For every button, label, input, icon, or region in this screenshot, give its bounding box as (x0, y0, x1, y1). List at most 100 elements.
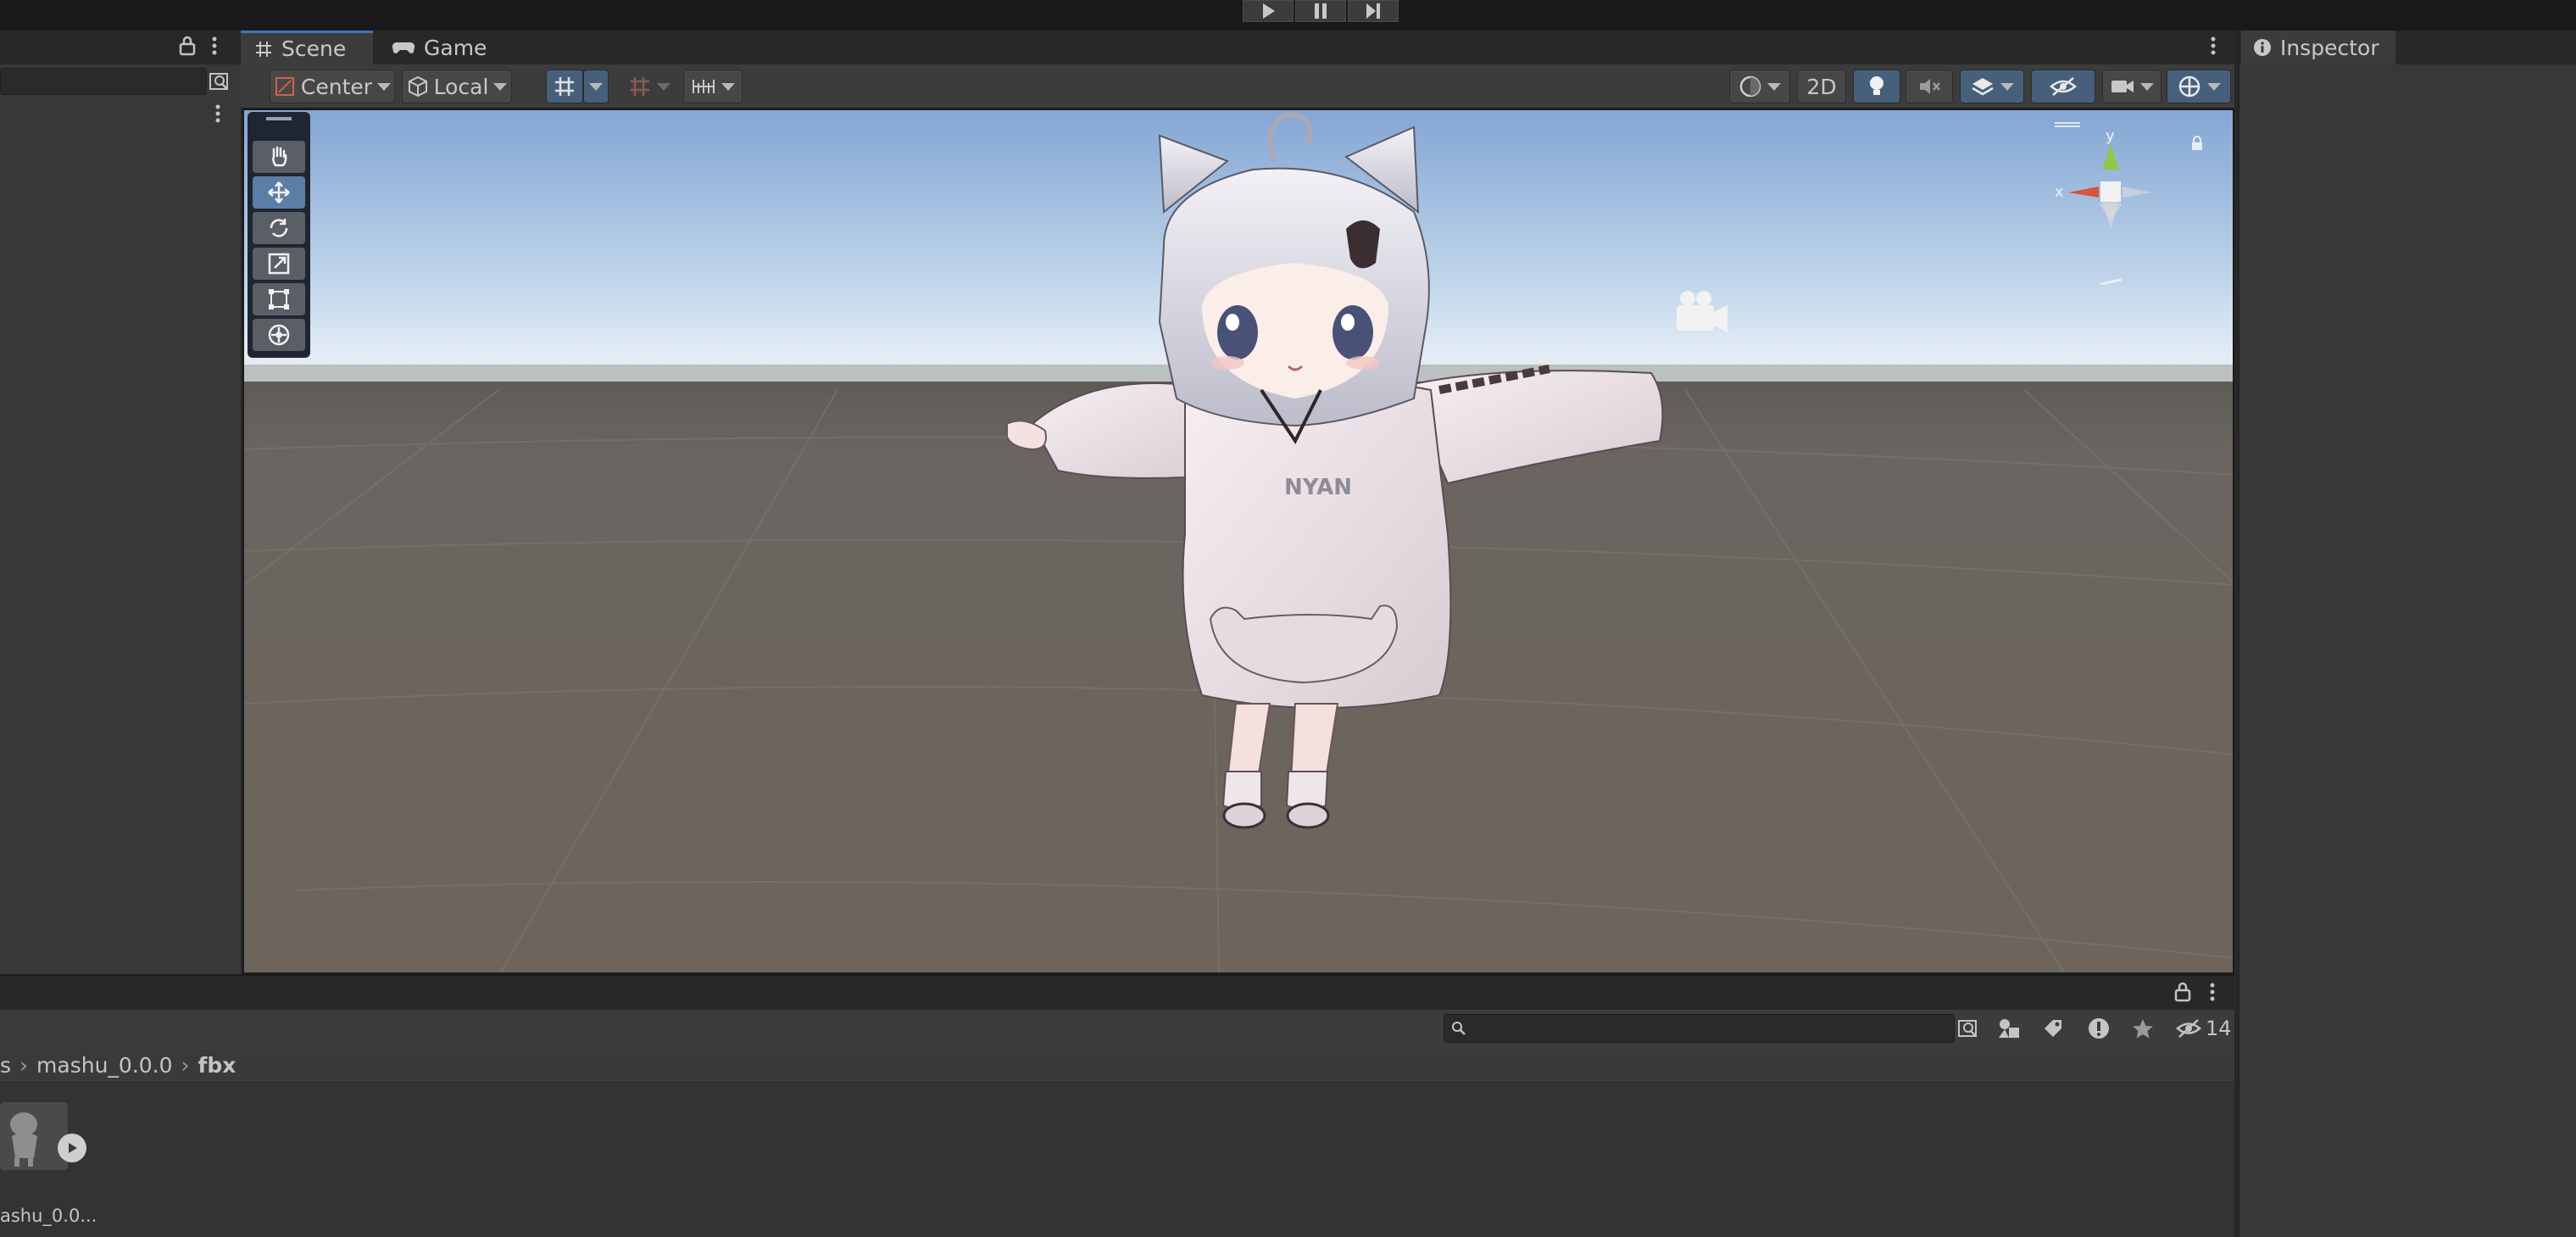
grid-snap-dropdown[interactable] (583, 70, 609, 103)
chevron-down-icon (589, 82, 603, 91)
effects-dropdown[interactable] (1960, 70, 2024, 103)
project-more-icon[interactable] (2208, 982, 2217, 1002)
chevron-down-icon (721, 82, 735, 91)
tab-scene[interactable]: Scene (241, 31, 373, 64)
rect-transform-icon (269, 289, 289, 309)
camera-icon (2111, 81, 2134, 92)
gizmo-handle[interactable] (2055, 122, 2080, 127)
chevron-down-icon (657, 82, 670, 91)
gizmo-lock-icon[interactable] (2190, 136, 2204, 151)
hierarchy-search-input[interactable] (0, 68, 207, 95)
log-button[interactable] (2080, 1014, 2117, 1043)
pivot-label: Center (300, 74, 373, 99)
search-by-type-icon (1958, 1020, 1977, 1037)
palette-handle[interactable] (266, 117, 292, 120)
gizmo-x-label: x (2055, 183, 2064, 201)
lightbulb-icon (1870, 76, 1883, 95)
space-label: Local (433, 74, 489, 99)
hierarchy-header (0, 31, 241, 64)
play-icon (69, 1143, 77, 1153)
step-button[interactable] (1348, 0, 1399, 22)
tab-inspector-label: Inspector (2280, 35, 2379, 60)
rotate-tool-button[interactable] (253, 212, 305, 244)
gizmos-dropdown[interactable] (2167, 70, 2231, 103)
shirt-text: NYAN (1284, 475, 1352, 500)
move-tool-button[interactable] (253, 176, 305, 209)
transform-tool-button[interactable] (253, 319, 305, 351)
hidden-eye-icon (2050, 77, 2077, 96)
tab-scene-label: Scene (281, 36, 347, 61)
scene-visibility-button[interactable] (2031, 70, 2095, 103)
breadcrumb-current[interactable]: fbx (198, 1053, 236, 1078)
search-icon (1452, 1022, 1466, 1035)
warning-circle-icon (2089, 1018, 2109, 1039)
breadcrumb-item[interactable]: s (0, 1053, 11, 1078)
asset-thumbnail[interactable] (0, 1102, 68, 1170)
audio-toggle-button[interactable] (1906, 70, 1953, 103)
scale-tool-button[interactable] (253, 248, 305, 280)
scene-viewport[interactable]: NYAN (242, 109, 2234, 974)
orientation-gizmo[interactable]: y x (2051, 119, 2170, 254)
ruler-button[interactable] (683, 70, 743, 103)
chevron-down-icon (1767, 82, 1781, 91)
shading-sphere-icon (1739, 75, 1761, 98)
2d-toggle-button[interactable]: 2D (1797, 70, 1846, 103)
chevron-right-icon: › (19, 1053, 29, 1078)
space-dropdown[interactable]: Local (402, 70, 512, 103)
move-arrows-icon (268, 181, 290, 203)
draw-mode-dropdown[interactable] (1729, 70, 1790, 103)
ruler-icon (693, 80, 715, 93)
filter-by-label-button[interactable] (2034, 1014, 2072, 1043)
gizmo-y-label: y (2106, 127, 2115, 145)
gizmo-globe-icon (2178, 75, 2200, 98)
inspector-panel (2238, 31, 2576, 1237)
project-header (0, 974, 2234, 1010)
pivot-center-icon (275, 77, 294, 96)
favorites-button[interactable] (2124, 1014, 2162, 1043)
lock-icon[interactable] (178, 36, 197, 56)
pause-icon (1315, 3, 1327, 19)
increment-snap-icon (631, 77, 649, 96)
scene-render: NYAN (244, 110, 2233, 972)
pivot-dropdown[interactable]: Center (270, 70, 395, 103)
chevron-down-icon (377, 82, 392, 91)
play-button[interactable] (1243, 0, 1294, 22)
grid-snap-button[interactable] (546, 70, 583, 103)
play-icon (1263, 3, 1275, 19)
search-by-type-icon[interactable] (209, 71, 231, 92)
scene-more-icon[interactable] (2209, 36, 2217, 56)
search-by-type-button[interactable] (1950, 1014, 1987, 1043)
project-lock-icon[interactable] (2173, 982, 2192, 1002)
lighting-toggle-button[interactable] (1853, 70, 1900, 103)
scale-icon (268, 253, 290, 275)
tab-inspector[interactable]: Inspector (2241, 31, 2395, 64)
audio-muted-icon (1920, 79, 1940, 94)
hand-tool-button[interactable] (253, 141, 305, 173)
cube-icon (408, 75, 427, 98)
breadcrumb-item[interactable]: mashu_0.0.0 (36, 1053, 173, 1078)
2d-label: 2D (1806, 74, 1837, 99)
chevron-down-icon (2207, 82, 2221, 91)
rect-tool-button[interactable] (253, 283, 305, 315)
tag-icon (2045, 1020, 2061, 1037)
increment-snap-button[interactable] (615, 70, 683, 103)
camera-dropdown[interactable] (2102, 70, 2162, 103)
shapes-filter-icon (1999, 1019, 2019, 1038)
more-menu-icon[interactable] (210, 36, 219, 56)
pause-button[interactable] (1295, 0, 1346, 22)
asset-label[interactable]: ashu_0.0... (0, 1206, 97, 1226)
project-search-input[interactable] (1444, 1014, 1955, 1043)
chevron-right-icon: › (181, 1053, 190, 1078)
tab-game-label: Game (424, 35, 487, 60)
model-preview-icon (10, 1112, 37, 1167)
tab-game[interactable]: Game (378, 31, 505, 64)
hand-icon (272, 146, 287, 167)
filter-by-type-button[interactable] (1990, 1014, 2028, 1043)
gamepad-icon (392, 42, 415, 53)
hierarchy-more-icon[interactable] (214, 103, 222, 124)
breadcrumb: s › mashu_0.0.0 › fbx (0, 1049, 2234, 1083)
layers-effects-icon (1972, 78, 1994, 96)
hidden-packages-toggle[interactable]: 14 (2175, 1014, 2232, 1043)
asset-expand-button[interactable] (58, 1134, 86, 1162)
tools-palette (248, 112, 310, 358)
